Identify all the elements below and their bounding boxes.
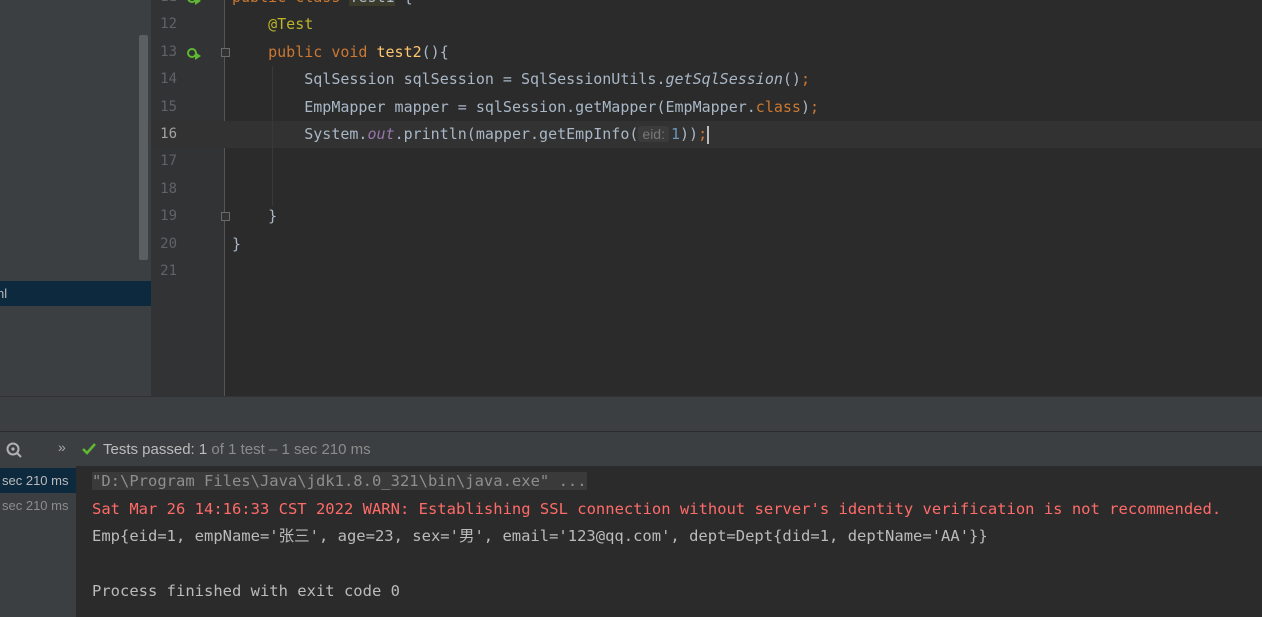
fold-marker-icon[interactable]	[221, 212, 230, 222]
code-token: ;	[800, 70, 810, 89]
code-token: ;	[809, 97, 820, 116]
code-line[interactable]: 14 SqlSession sqlSession = SqlSessionUti…	[151, 66, 1262, 93]
line-number[interactable]: 11	[151, 0, 177, 11]
project-tree-item[interactable]: l	[0, 306, 151, 331]
text-caret	[707, 125, 710, 144]
code-token: (){	[421, 42, 449, 61]
code-token: public class	[232, 0, 349, 6]
code-token: public void	[268, 42, 377, 61]
test-status-detail: of 1 test – 1 sec 210 ms	[207, 441, 371, 458]
code-line[interactable]: 17	[151, 148, 1262, 175]
test-status: Tests passed: 1 of 1 test – 1 sec 210 ms	[103, 441, 371, 458]
console-output[interactable]: "D:\Program Files\Java\jdk1.8.0_321\bin\…	[76, 466, 1262, 617]
console-line: Process finished with exit code 0	[92, 578, 400, 605]
project-scrollbar[interactable]	[139, 35, 148, 260]
console-line: "D:\Program Files\Java\jdk1.8.0_321\bin\…	[92, 468, 587, 495]
console-line-text: Sat Mar 26 14:16:33 CST 2022 WARN: Estab…	[92, 499, 1222, 518]
code-text: }	[232, 203, 277, 230]
code-token: test2	[376, 42, 422, 61]
code-text: public void test2(){	[232, 39, 449, 66]
line-number[interactable]: 13	[151, 39, 177, 66]
code-token: {	[395, 0, 413, 6]
run-test-icon[interactable]	[187, 0, 201, 5]
code-line[interactable]: 12 @Test	[151, 11, 1262, 38]
console-line-text: "D:\Program Files\Java\jdk1.8.0_321\bin\…	[92, 472, 587, 490]
code-text: @Test	[232, 11, 313, 38]
line-number[interactable]: 21	[151, 258, 177, 285]
code-token: class	[755, 97, 801, 116]
code-text: System.out.println(mapper.getEmpInfo(eid…	[232, 121, 710, 148]
code-token: ;	[698, 125, 708, 143]
code-token: Test1	[349, 0, 395, 6]
test-status-label: Tests passed:	[103, 441, 199, 458]
code-token: EmpMapper mapper = sqlSession.getMapper(…	[232, 97, 756, 116]
code-line[interactable]: 11 public class Test1 {	[151, 0, 1262, 11]
test-result-item[interactable]: sec 210 ms	[0, 493, 76, 518]
panel-splitter[interactable]	[0, 396, 1262, 432]
code-line[interactable]: 21	[151, 258, 1262, 285]
search-icon[interactable]	[5, 441, 23, 459]
line-number[interactable]: 19	[151, 203, 177, 230]
console-line: Sat Mar 26 14:16:33 CST 2022 WARN: Estab…	[92, 496, 1221, 523]
code-token: @Test	[268, 15, 314, 34]
parameter-hint: eid:	[638, 126, 669, 142]
code-text: public class Test1 {	[232, 0, 413, 11]
code-line[interactable]: 20}	[151, 231, 1262, 258]
code-line[interactable]: 15 EmpMapper mapper = sqlSession.getMapp…	[151, 94, 1262, 121]
test-result-item[interactable]: sec 210 ms	[0, 468, 76, 493]
line-number[interactable]: 18	[151, 176, 177, 203]
indent-guide	[272, 66, 273, 206]
line-number[interactable]: 12	[151, 11, 177, 38]
code-token: )	[800, 97, 810, 116]
code-token: getSqlSession	[665, 70, 783, 89]
code-token: }	[232, 207, 278, 226]
project-panel: nl l	[0, 0, 151, 396]
test-run-toolbar: » Tests passed: 1 of 1 test – 1 sec 210 …	[0, 431, 1262, 467]
expand-chevron-icon[interactable]: »	[58, 439, 66, 455]
code-token: SqlSession sqlSession = SqlSessionUtils.	[232, 70, 666, 89]
code-line[interactable]: 16 System.out.println(mapper.getEmpInfo(…	[151, 121, 1262, 148]
console-line-text: Emp{eid=1, empName='张三', age=23, sex='男'…	[92, 527, 988, 545]
line-number[interactable]: 20	[151, 231, 177, 258]
code-token: ()	[782, 70, 801, 89]
code-token: 1	[670, 125, 681, 143]
code-token: }	[232, 234, 242, 253]
code-token: ))	[680, 125, 699, 143]
run-test-icon[interactable]	[187, 46, 201, 60]
code-token: System.	[232, 125, 368, 143]
console-line: Emp{eid=1, empName='张三', age=23, sex='男'…	[92, 523, 988, 550]
fold-marker-icon[interactable]	[221, 47, 230, 57]
line-number[interactable]: 14	[151, 66, 177, 93]
code-text: SqlSession sqlSession = SqlSessionUtils.…	[232, 66, 810, 93]
code-editor[interactable]: 11public class Test1 {12 @Test13 public …	[151, 0, 1262, 396]
test-results-tree: sec 210 ms sec 210 ms	[0, 466, 77, 617]
code-line[interactable]: 19 }	[151, 203, 1262, 230]
code-text: EmpMapper mapper = sqlSession.getMapper(…	[232, 94, 819, 121]
line-number[interactable]: 16	[151, 121, 177, 148]
line-number[interactable]: 15	[151, 94, 177, 121]
console-line-text: Process finished with exit code 0	[92, 582, 400, 600]
check-icon	[82, 443, 96, 455]
test-passed-count: 1	[198, 441, 208, 458]
code-text: }	[232, 231, 241, 258]
project-tree-item[interactable]: nl	[0, 281, 151, 306]
code-line[interactable]: 13 public void test2(){	[151, 39, 1262, 66]
line-number[interactable]: 17	[151, 148, 177, 175]
code-line[interactable]: 18	[151, 176, 1262, 203]
code-token: out	[367, 125, 395, 143]
code-token: .println(mapper.getEmpInfo(	[394, 125, 639, 143]
